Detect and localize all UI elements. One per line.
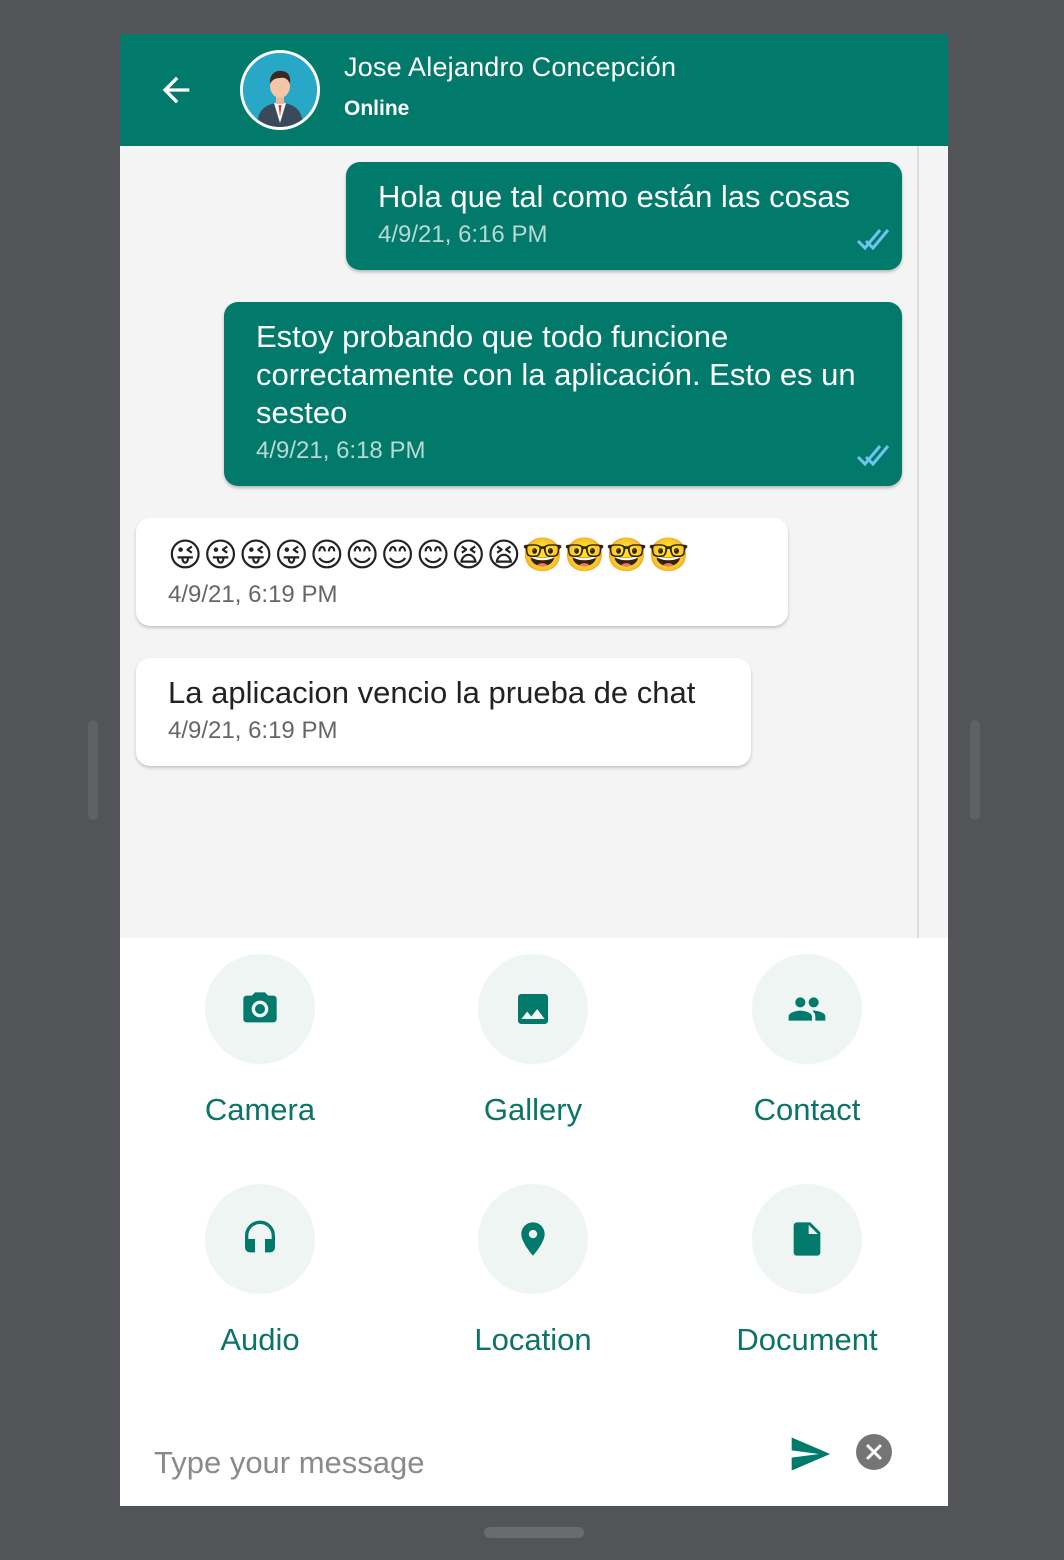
audio-button-circle [205,1184,315,1294]
scrollbar[interactable] [917,146,919,938]
message-bubble-outgoing[interactable]: Estoy probando que todo funcione correct… [224,302,902,486]
send-icon [791,1437,831,1471]
contact-name: Jose Alejandro Concepción [344,52,677,82]
people-icon [788,997,826,1021]
attach-label: Document [736,1322,878,1357]
attach-contact-button[interactable]: Contact [707,954,907,1128]
right-edge-handle [970,720,980,820]
read-receipt-icon [856,229,890,251]
message-bubble-incoming[interactable]: La aplicacion vencio la prueba de chat 4… [136,658,751,766]
location-button-circle [478,1184,588,1294]
attach-camera-button[interactable]: Camera [160,954,360,1128]
close-attachments-button[interactable] [856,1434,892,1470]
image-icon [518,994,548,1024]
attachment-sheet: Camera Gallery Contact Audio Location Do… [120,938,948,1506]
message-list[interactable]: Hola que tal como están las cosas 4/9/21… [120,146,948,1050]
message-timestamp: 4/9/21, 6:19 PM [168,717,338,744]
person-avatar-icon [243,53,317,127]
back-button[interactable] [156,70,196,110]
message-bubble-outgoing[interactable]: Hola que tal como están las cosas 4/9/21… [346,162,902,270]
attach-gallery-button[interactable]: Gallery [433,954,633,1128]
document-button-circle [752,1184,862,1294]
read-receipt-icon [856,445,890,467]
message-composer [120,1414,948,1506]
gallery-button-circle [478,954,588,1064]
message-text: 😜😜😜😜😊😊😊😊😫😫🤓🤓🤓🤓 [168,535,691,574]
message-bubble-incoming[interactable]: 😜😜😜😜😊😊😊😊😫😫🤓🤓🤓🤓 4/9/21, 6:19 PM [136,518,788,626]
attach-label: Camera [204,1092,316,1127]
location-pin-icon [521,1222,545,1256]
headphones-icon [245,1220,275,1253]
message-timestamp: 4/9/21, 6:16 PM [378,221,548,248]
avatar[interactable] [240,50,320,130]
arrow-left-icon [162,76,190,104]
camera-icon [243,992,277,1023]
attach-label: Contact [753,1092,861,1127]
message-input[interactable] [154,1438,754,1488]
attach-label: Location [474,1322,592,1357]
message-timestamp: 4/9/21, 6:18 PM [256,437,426,464]
document-icon [793,1222,821,1256]
chat-header: Jose Alejandro Concepción Online [120,34,948,146]
left-edge-handle [88,720,98,820]
send-button[interactable] [788,1432,832,1476]
attach-audio-button[interactable]: Audio [160,1184,360,1358]
message-text: La aplicacion vencio la prueba de chat [168,675,696,710]
attach-document-button[interactable]: Document [707,1184,907,1358]
attach-label: Gallery [483,1092,583,1127]
camera-button-circle [205,954,315,1064]
contact-button-circle [752,954,862,1064]
close-icon [866,1444,882,1460]
message-text: Estoy probando que todo funcione correct… [256,319,856,430]
message-text: Hola que tal como están las cosas [378,179,851,214]
attach-location-button[interactable]: Location [433,1184,633,1358]
attach-label: Audio [220,1322,300,1357]
chat-screen: Jose Alejandro Concepción Online Hola qu… [120,34,948,1506]
home-indicator[interactable] [484,1527,584,1538]
presence-status: Online [344,97,410,120]
message-timestamp: 4/9/21, 6:19 PM [168,581,338,608]
